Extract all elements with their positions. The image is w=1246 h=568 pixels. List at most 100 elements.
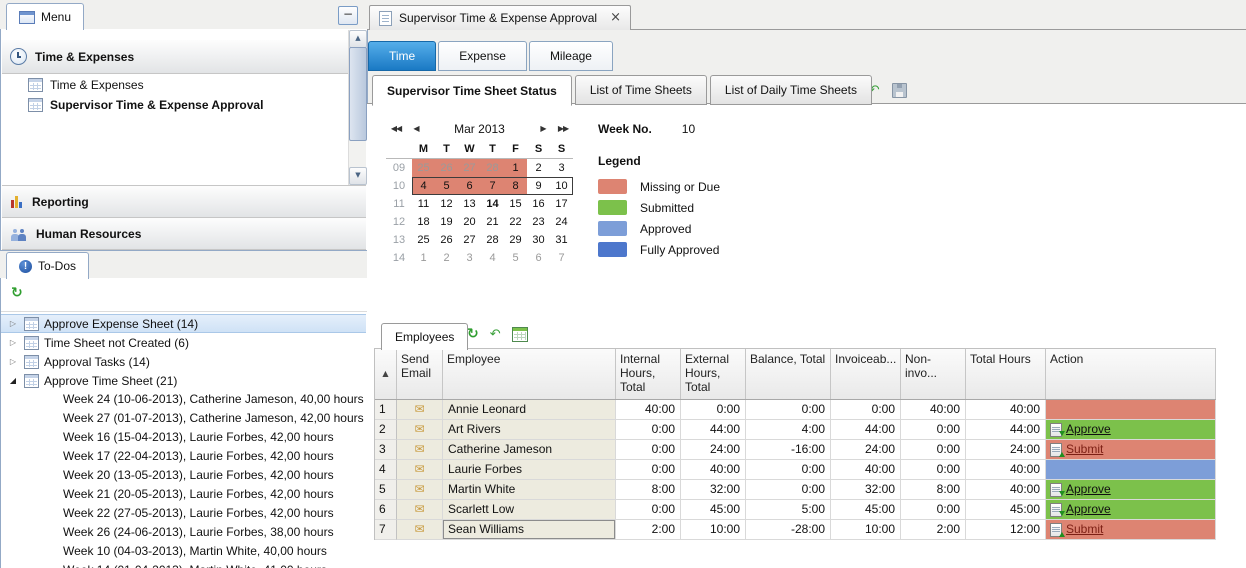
todo-subitem[interactable]: Week 22 (27-05-2013), Laurie Forbes, 42,… xyxy=(1,504,366,523)
todo-subitem[interactable]: Week 16 (15-04-2013), Laurie Forbes, 42,… xyxy=(1,428,366,447)
row-number[interactable]: 7 xyxy=(375,520,397,540)
calendar-day[interactable]: 26 xyxy=(435,231,458,249)
section-time-expenses[interactable]: Time & Expenses xyxy=(2,40,366,74)
tab-mileage[interactable]: Mileage xyxy=(529,41,613,71)
calendar-day[interactable]: 20 xyxy=(458,213,481,231)
section-reporting[interactable]: Reporting xyxy=(2,185,366,218)
submit-link[interactable]: Submit xyxy=(1050,440,1103,459)
calendar-day[interactable]: 8 xyxy=(504,177,527,195)
calendar-day[interactable]: 26 xyxy=(435,159,458,177)
column-header[interactable]: Balance, Total xyxy=(746,349,831,399)
calendar-day[interactable]: 14 xyxy=(481,195,504,213)
calendar-day[interactable]: 2 xyxy=(435,249,458,267)
employee-name-cell[interactable]: Art Rivers xyxy=(443,420,616,440)
tab-employees[interactable]: Employees xyxy=(381,323,468,350)
menu-scrollbar[interactable]: ▲ ▼ xyxy=(348,30,366,185)
tab-expense[interactable]: Expense xyxy=(438,41,527,71)
row-number[interactable]: 1 xyxy=(375,400,397,420)
tab-supervisor-time-sheet-status[interactable]: Supervisor Time Sheet Status xyxy=(372,75,572,106)
expand-arrow-icon[interactable]: ▷ xyxy=(7,338,19,347)
envelope-icon[interactable]: ✉ xyxy=(414,522,424,536)
column-header[interactable]: Total Hours xyxy=(966,349,1046,399)
todo-subitem[interactable]: Week 24 (10-06-2013), Catherine Jameson,… xyxy=(1,390,366,409)
row-number[interactable]: 4 xyxy=(375,460,397,480)
employee-name-cell[interactable]: Laurie Forbes xyxy=(443,460,616,480)
calendar-day[interactable]: 28 xyxy=(481,159,504,177)
tab-list-of-daily-time-sheets[interactable]: List of Daily Time Sheets xyxy=(710,75,872,105)
todo-subitem[interactable]: Week 26 (24-06-2013), Laurie Forbes, 38,… xyxy=(1,523,366,542)
column-header[interactable]: Employee xyxy=(443,349,616,399)
refresh-icon[interactable]: ↻ xyxy=(11,285,23,301)
column-header[interactable]: Invoiceab... xyxy=(831,349,901,399)
tab-list-of-time-sheets[interactable]: List of Time Sheets xyxy=(575,75,707,105)
calendar-day[interactable]: 25 xyxy=(412,159,435,177)
close-icon[interactable]: × xyxy=(610,12,621,24)
todo-subitem[interactable]: Week 27 (01-07-2013), Catherine Jameson,… xyxy=(1,409,366,428)
calendar-day[interactable]: 28 xyxy=(481,231,504,249)
todo-subitem[interactable]: Week 17 (22-04-2013), Laurie Forbes, 42,… xyxy=(1,447,366,466)
calendar-day[interactable]: 7 xyxy=(550,249,573,267)
calendar-day[interactable]: 6 xyxy=(527,249,550,267)
row-number[interactable]: 6 xyxy=(375,500,397,520)
approve-link[interactable]: Approve xyxy=(1050,500,1111,519)
calendar-first-icon[interactable]: ◀◀ xyxy=(386,124,406,133)
scroll-down-icon[interactable]: ▼ xyxy=(349,167,367,185)
calendar-day[interactable]: 25 xyxy=(412,231,435,249)
calendar-day[interactable]: 16 xyxy=(527,195,550,213)
calendar-day[interactable]: 15 xyxy=(504,195,527,213)
tab-time[interactable]: Time xyxy=(368,41,436,71)
calendar-day[interactable]: 22 xyxy=(504,213,527,231)
send-email-cell[interactable]: ✉ xyxy=(397,420,443,440)
approve-link[interactable]: Approve xyxy=(1050,420,1111,439)
calendar-day[interactable]: 31 xyxy=(550,231,573,249)
table-icon[interactable] xyxy=(512,327,528,342)
calendar-day[interactable]: 6 xyxy=(458,177,481,195)
envelope-icon[interactable]: ✉ xyxy=(414,402,424,416)
column-header[interactable]: Action xyxy=(1046,349,1216,399)
row-number[interactable]: 5 xyxy=(375,480,397,500)
column-header[interactable]: Internal Hours, Total xyxy=(616,349,681,399)
calendar-day[interactable]: 1 xyxy=(412,249,435,267)
send-email-cell[interactable]: ✉ xyxy=(397,460,443,480)
calendar-day[interactable]: 4 xyxy=(481,249,504,267)
undo-icon[interactable]: ↶ xyxy=(490,327,501,342)
save-icon[interactable] xyxy=(892,83,907,98)
send-email-cell[interactable]: ✉ xyxy=(397,520,443,540)
submit-link[interactable]: Submit xyxy=(1050,520,1103,539)
send-email-cell[interactable]: ✉ xyxy=(397,440,443,460)
calendar-day[interactable]: 27 xyxy=(458,231,481,249)
todo-subitem[interactable]: Week 10 (04-03-2013), Martin White, 40,0… xyxy=(1,542,366,561)
calendar-day[interactable]: 7 xyxy=(481,177,504,195)
employee-name-cell[interactable]: Catherine Jameson xyxy=(443,440,616,460)
envelope-icon[interactable]: ✉ xyxy=(414,442,424,456)
calendar-day[interactable]: 2 xyxy=(527,159,550,177)
approve-link[interactable]: Approve xyxy=(1050,480,1111,499)
calendar-day[interactable]: 18 xyxy=(412,213,435,231)
calendar-day[interactable]: 12 xyxy=(435,195,458,213)
calendar-day[interactable]: 30 xyxy=(527,231,550,249)
calendar-day[interactable]: 13 xyxy=(458,195,481,213)
row-number[interactable]: 2 xyxy=(375,420,397,440)
calendar-day[interactable]: 23 xyxy=(527,213,550,231)
employee-name-cell[interactable]: Scarlett Low xyxy=(443,500,616,520)
calendar-day[interactable]: 10 xyxy=(550,177,573,195)
calendar-day[interactable]: 3 xyxy=(458,249,481,267)
todo-item[interactable]: ◢Approve Time Sheet (21) xyxy=(1,371,366,390)
envelope-icon[interactable]: ✉ xyxy=(414,462,424,476)
scrollbar-thumb[interactable] xyxy=(349,47,367,141)
calendar-next-icon[interactable]: ▶ xyxy=(533,124,553,133)
todo-item[interactable]: ▷Time Sheet not Created (6) xyxy=(1,333,366,352)
todo-subitem[interactable]: Week 21 (20-05-2013), Laurie Forbes, 42,… xyxy=(1,485,366,504)
calendar-day[interactable]: 17 xyxy=(550,195,573,213)
tab-supervisor-approval[interactable]: Supervisor Time & Expense Approval × xyxy=(369,5,631,30)
calendar-day[interactable]: 4 xyxy=(412,177,435,195)
calendar-day[interactable]: 1 xyxy=(504,159,527,177)
calendar-last-icon[interactable]: ▶▶ xyxy=(553,124,573,133)
calendar-day[interactable]: 27 xyxy=(458,159,481,177)
row-number[interactable]: 3 xyxy=(375,440,397,460)
envelope-icon[interactable]: ✉ xyxy=(414,502,424,516)
envelope-icon[interactable]: ✉ xyxy=(414,482,424,496)
calendar-day[interactable]: 9 xyxy=(527,177,550,195)
collapse-arrow-icon[interactable]: ◢ xyxy=(7,376,19,385)
todo-subitem[interactable]: Week 20 (13-05-2013), Laurie Forbes, 42,… xyxy=(1,466,366,485)
